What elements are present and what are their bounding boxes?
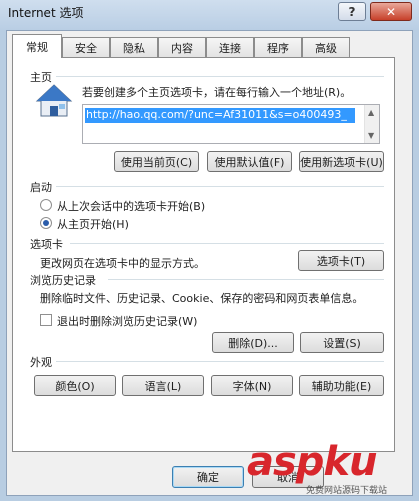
title-bar: Internet 选项 ? ✕	[0, 0, 419, 30]
tab-content[interactable]: 内容	[158, 37, 206, 57]
home-url-textarea[interactable]: http://hao.qq.com/?unc=Af31011&s=o400493…	[82, 104, 380, 144]
tabs-description: 更改网页在选项卡中的显示方式。	[40, 257, 205, 270]
history-description: 删除临时文件、历史记录、Cookie、保存的密码和网页表单信息。	[40, 292, 364, 305]
scroll-up-icon: ▲	[368, 108, 375, 117]
tab-advanced[interactable]: 高级	[302, 37, 350, 57]
close-icon: ✕	[385, 4, 397, 19]
tab-connections[interactable]: 连接	[206, 37, 254, 57]
url-scrollbar[interactable]: ▲ ▼	[364, 105, 379, 143]
home-description: 若要创建多个主页选项卡，请在每行输入一个地址(R)。	[82, 86, 352, 99]
history-settings-button[interactable]: 设置(S)	[300, 332, 384, 353]
scroll-down-icon: ▼	[368, 131, 375, 140]
appearance-divider	[56, 361, 384, 362]
delete-history-button[interactable]: 删除(D)...	[212, 332, 294, 353]
languages-button[interactable]: 语言(L)	[122, 375, 204, 396]
tabs-settings-button[interactable]: 选项卡(T)	[298, 250, 384, 271]
radio-home-page-label: 从主页开始(H)	[57, 218, 129, 231]
tabs-section-label: 选项卡	[30, 238, 63, 251]
radio-last-session-label: 从上次会话中的选项卡开始(B)	[57, 200, 206, 213]
delete-on-exit-label: 退出时删除浏览历史记录(W)	[57, 315, 198, 328]
ok-button[interactable]: 确定	[172, 466, 244, 488]
home-url-value: http://hao.qq.com/?unc=Af31011&s=o400493…	[85, 108, 355, 123]
home-divider	[56, 76, 384, 77]
tab-programs[interactable]: 程序	[254, 37, 302, 57]
use-new-tab-button[interactable]: 使用新选项卡(U)	[299, 151, 384, 172]
colors-button[interactable]: 颜色(O)	[34, 375, 116, 396]
tab-security[interactable]: 安全	[62, 37, 110, 57]
close-button[interactable]: ✕	[370, 2, 412, 21]
startup-divider	[56, 186, 384, 187]
delete-on-exit-checkbox[interactable]	[40, 314, 52, 326]
appearance-section-label: 外观	[30, 356, 52, 369]
history-divider	[108, 279, 384, 280]
tab-general[interactable]: 常规	[12, 34, 62, 58]
house-icon	[34, 82, 74, 120]
tabs-divider	[70, 243, 384, 244]
radio-home-page[interactable]	[40, 217, 52, 229]
startup-section-label: 启动	[30, 181, 52, 194]
radio-last-session[interactable]	[40, 199, 52, 211]
window-title: Internet 选项	[8, 6, 84, 20]
use-current-button[interactable]: 使用当前页(C)	[114, 151, 199, 172]
help-icon: ?	[348, 4, 356, 19]
fonts-button[interactable]: 字体(N)	[211, 375, 293, 396]
use-default-button[interactable]: 使用默认值(F)	[207, 151, 292, 172]
tab-privacy[interactable]: 隐私	[110, 37, 158, 57]
help-button[interactable]: ?	[338, 2, 366, 21]
accessibility-button[interactable]: 辅助功能(E)	[299, 375, 384, 396]
watermark-logo: aspku	[247, 439, 378, 485]
history-section-label: 浏览历史记录	[30, 274, 96, 287]
watermark-tagline: 免费网站源码下载站	[306, 486, 388, 496]
